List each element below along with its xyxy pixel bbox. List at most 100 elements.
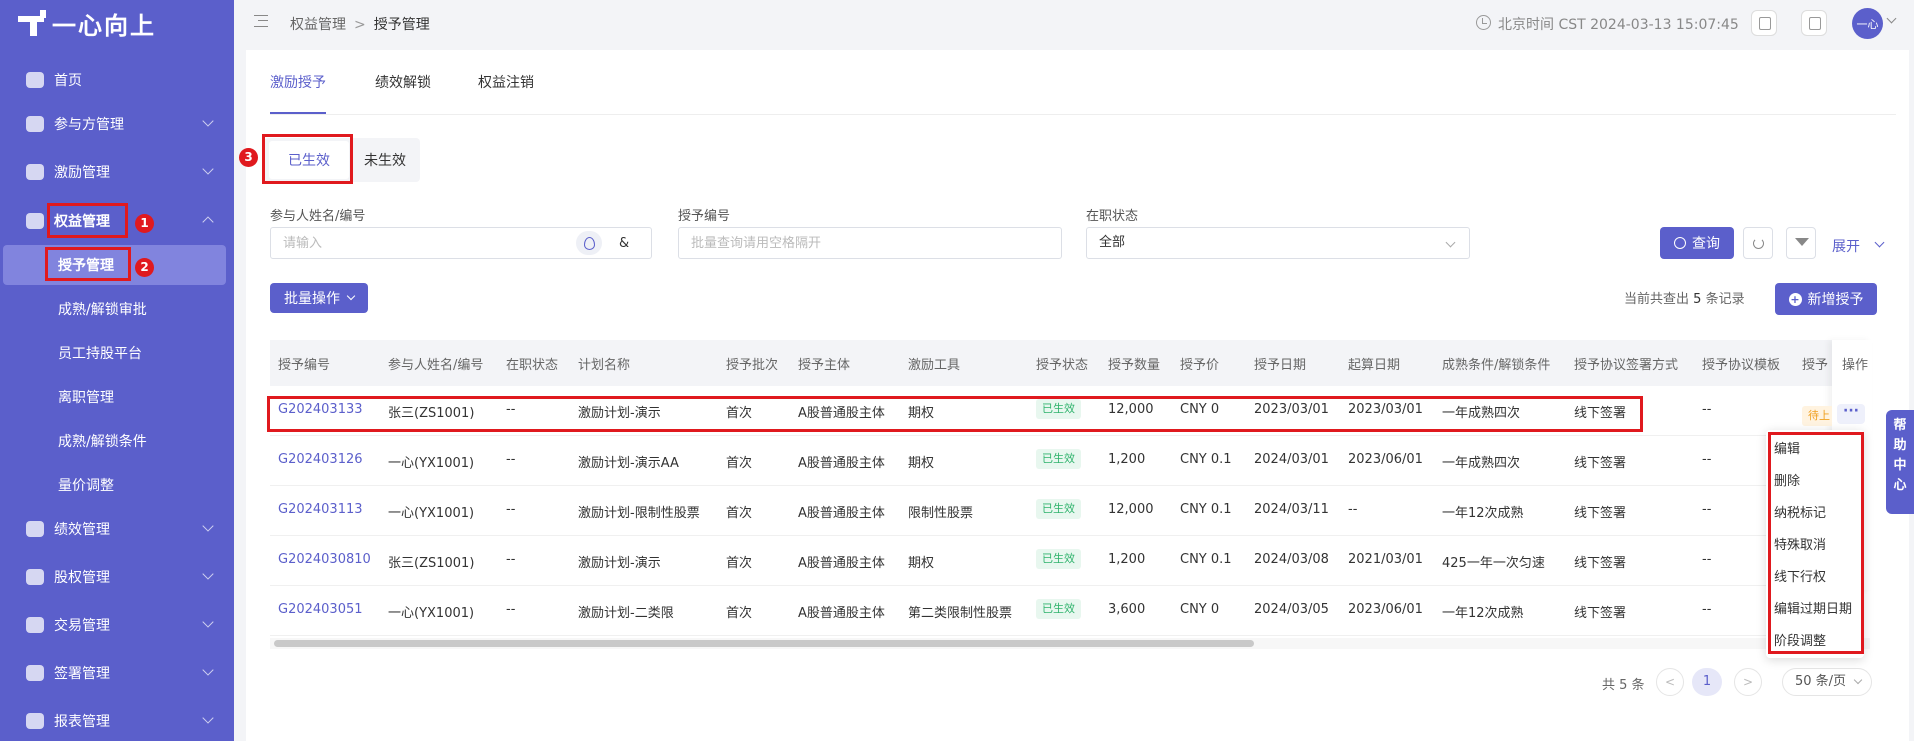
match-mode-icon[interactable]: & bbox=[619, 236, 629, 251]
table-cell: 激励计划-二类限 bbox=[578, 606, 674, 621]
plus-icon: + bbox=[1788, 292, 1802, 306]
sidebar-item-sign[interactable]: 签署管理 bbox=[0, 651, 234, 695]
employment-select-value: 全部 bbox=[1099, 235, 1126, 250]
sidebar-subitem-vesting-approval[interactable]: 成熟/解锁审批 bbox=[0, 289, 234, 329]
page-1-button[interactable]: 1 bbox=[1692, 668, 1722, 696]
table-row[interactable]: G202403126 一心(YX1001) -- 激励计划-演示AA 首次 A股普通股主体… bbox=[270, 436, 1832, 486]
sidebar-subitem-price-adjustment[interactable]: 量价调整 bbox=[0, 465, 234, 505]
avatar[interactable]: 一心 bbox=[1852, 8, 1883, 39]
sidebar-item-home[interactable]: 首页 bbox=[0, 58, 234, 102]
help-center-tab[interactable]: 帮助中心 bbox=[1886, 410, 1914, 514]
search-button[interactable]: 查询 bbox=[1660, 227, 1734, 259]
grant-no-link[interactable]: G202403051 bbox=[278, 602, 363, 617]
table-cell: 第二类限制性股票 bbox=[908, 606, 1013, 621]
prev-page-button[interactable]: < bbox=[1656, 668, 1684, 696]
sidebar-item-report[interactable]: 报表管理 bbox=[0, 699, 234, 741]
table-cell: 激励计划-限制性股票 bbox=[578, 506, 700, 521]
chevron-up-icon bbox=[202, 216, 214, 228]
add-grant-button[interactable]: + 新增授予 bbox=[1775, 283, 1877, 315]
grant-no-link[interactable]: G202403126 bbox=[278, 452, 363, 467]
current-time: 北京时间 CST 2024-03-13 15:07:45 bbox=[1498, 17, 1739, 33]
next-page-button[interactable]: > bbox=[1734, 668, 1762, 696]
segment-not-effective[interactable]: 未生效 bbox=[354, 138, 416, 182]
column-header: 授予状态 bbox=[1036, 358, 1089, 373]
tab-performance-unlock[interactable]: 绩效解锁 bbox=[375, 72, 431, 92]
tab-incentive-grant[interactable]: 激励授予 bbox=[270, 72, 326, 92]
table-cell: 2023/06/01 bbox=[1348, 452, 1423, 467]
record-prefix: 当前共查出 bbox=[1624, 292, 1690, 307]
chevron-down-icon[interactable] bbox=[1886, 13, 1897, 24]
table-row[interactable]: G202403051 一心(YX1001) -- 激励计划-二类限 首次 A股普通股主体 第… bbox=[270, 586, 1832, 636]
employment-select[interactable]: 全部 bbox=[1086, 227, 1470, 259]
chevron-down-icon[interactable] bbox=[1874, 237, 1885, 248]
table-cell: 一心(YX1001) bbox=[388, 456, 475, 471]
task-button[interactable] bbox=[1751, 10, 1777, 36]
table-cell: 线下签署 bbox=[1574, 506, 1627, 521]
sidebar-subitem-resignation[interactable]: 离职管理 bbox=[0, 377, 234, 417]
table-cell: 期权 bbox=[908, 556, 935, 571]
annotation-box-effective-tab bbox=[262, 134, 353, 184]
tab-equity-cancel[interactable]: 权益注销 bbox=[478, 72, 534, 92]
status-badge: 已生效 bbox=[1036, 599, 1081, 619]
logo[interactable]: 一心向上 bbox=[0, 0, 234, 46]
table-cell: 首次 bbox=[726, 456, 753, 471]
chevron-down-icon bbox=[346, 291, 356, 301]
sidebar-item-trade[interactable]: 交易管理 bbox=[0, 603, 234, 647]
breadcrumb: 权益管理 > 授予管理 bbox=[290, 14, 430, 34]
table-cell: 一年成熟四次 bbox=[1442, 456, 1521, 471]
page-size-value: 50 条/页 bbox=[1795, 674, 1847, 689]
shares-icon bbox=[26, 569, 44, 585]
filter-button[interactable] bbox=[1786, 227, 1816, 259]
chevron-down-icon bbox=[202, 616, 214, 628]
table-cell: -- bbox=[1702, 402, 1712, 417]
clipboard-button[interactable] bbox=[1801, 10, 1827, 36]
sidebar-item-incentive[interactable]: 激励管理 bbox=[0, 150, 234, 194]
chevron-down-icon bbox=[202, 568, 214, 580]
table-cell: -- bbox=[506, 452, 516, 467]
grant-no-input[interactable] bbox=[678, 227, 1062, 259]
sidebar-item-label: 报表管理 bbox=[54, 714, 110, 730]
table-cell: 期权 bbox=[908, 456, 935, 471]
sidebar-subitem-vesting-conditions[interactable]: 成熟/解锁条件 bbox=[0, 421, 234, 461]
logo-mark-icon bbox=[18, 10, 46, 36]
sidebar-subitem-esop-platform[interactable]: 员工持股平台 bbox=[0, 333, 234, 373]
clock-icon bbox=[1476, 15, 1491, 30]
sidebar-subitem-label: 量价调整 bbox=[58, 478, 114, 494]
batch-operation-button[interactable]: 批量操作 bbox=[270, 283, 368, 313]
table-row[interactable]: G202403113 一心(YX1001) -- 激励计划-限制性股票 首次 A股普通股主… bbox=[270, 486, 1832, 536]
page-size-select[interactable]: 50 条/页 bbox=[1782, 668, 1872, 696]
table-cell: 首次 bbox=[726, 606, 753, 621]
sidebar-item-participants[interactable]: 参与方管理 bbox=[0, 102, 234, 146]
sidebar-item-performance[interactable]: 绩效管理 bbox=[0, 507, 234, 551]
logo-text: 一心向上 bbox=[52, 11, 156, 40]
annotation-box-first-row bbox=[267, 396, 1643, 432]
chevron-down-icon bbox=[202, 163, 214, 175]
status-badge: 已生效 bbox=[1036, 499, 1081, 519]
table-cell: 一心(YX1001) bbox=[388, 506, 475, 521]
sidebar-item-shares[interactable]: 股权管理 bbox=[0, 555, 234, 599]
breadcrumb-item[interactable]: 权益管理 bbox=[290, 17, 346, 33]
table-cell: 线下签署 bbox=[1574, 556, 1627, 571]
expand-filters-link[interactable]: 展开 bbox=[1832, 236, 1860, 256]
table-cell: 激励计划-演示AA bbox=[578, 456, 679, 471]
refresh-button[interactable] bbox=[1743, 227, 1773, 259]
grant-no-link[interactable]: G2024030810 bbox=[278, 552, 371, 567]
help-center-label: 帮助中心 bbox=[1893, 418, 1907, 493]
fingerprint-icon[interactable] bbox=[576, 231, 602, 255]
annotation-box-grant bbox=[45, 247, 131, 281]
sidebar-subitem-label: 员工持股平台 bbox=[58, 346, 142, 362]
table-cell: 2021/03/01 bbox=[1348, 552, 1423, 567]
grant-no-link[interactable]: G202403113 bbox=[278, 502, 363, 517]
more-actions-button[interactable]: ··· bbox=[1837, 404, 1865, 424]
table-row[interactable]: G2024030810 张三(ZS1001) -- 激励计划-演示 首次 A股普通股主体 期… bbox=[270, 536, 1832, 586]
table-cell: 首次 bbox=[726, 556, 753, 571]
column-header: 授予日期 bbox=[1254, 358, 1307, 373]
sidebar-item-label: 绩效管理 bbox=[54, 522, 110, 538]
annotation-marker: 3 bbox=[239, 148, 258, 167]
horizontal-scrollbar[interactable] bbox=[274, 640, 1254, 647]
collapse-menu-icon[interactable] bbox=[254, 15, 268, 27]
table-cell: -- bbox=[1702, 552, 1712, 567]
column-header: 在职状态 bbox=[506, 358, 559, 373]
table-cell: -- bbox=[1702, 602, 1712, 617]
table-cell: 425一年一次匀速 bbox=[1442, 556, 1545, 571]
